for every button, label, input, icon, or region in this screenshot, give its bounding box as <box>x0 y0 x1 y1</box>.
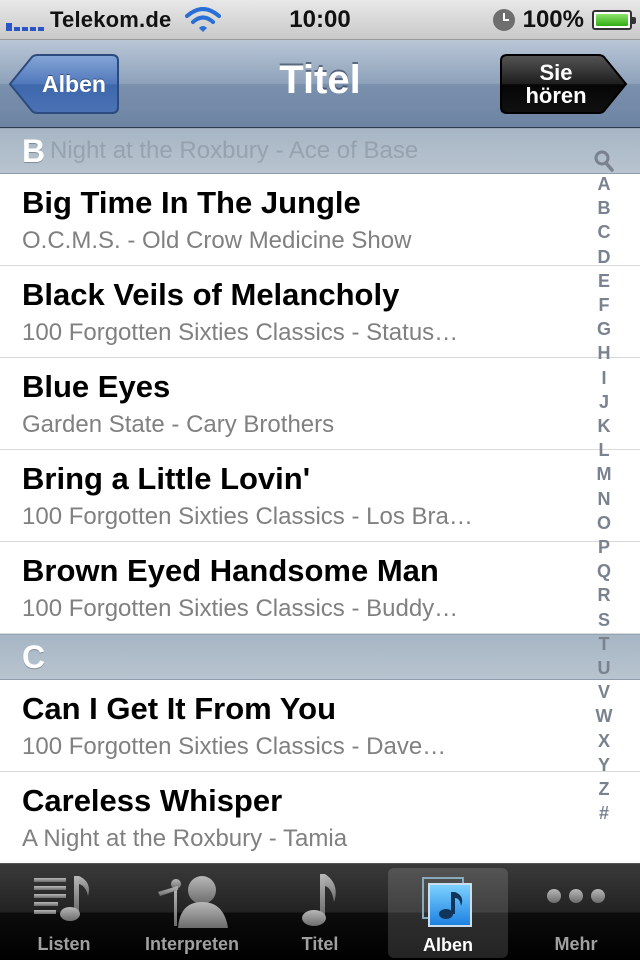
list-item[interactable]: Can I Get It From You 100 Forgotten Sixt… <box>0 680 640 772</box>
tab-titel[interactable]: Titel <box>256 864 384 960</box>
index-letter[interactable]: M <box>597 462 612 486</box>
index-letter[interactable]: N <box>598 487 611 511</box>
index-search-icon[interactable] <box>594 150 614 172</box>
list-item[interactable]: Black Veils of Melancholy 100 Forgotten … <box>0 266 640 358</box>
song-list[interactable]: B Night at the Roxbury - Ace of Base Big… <box>0 128 640 863</box>
status-bar: Telekom.de 10:00 100% <box>0 0 640 40</box>
list-item[interactable]: Big Time In The Jungle O.C.M.S. - Old Cr… <box>0 174 640 266</box>
tab-mehr[interactable]: Mehr <box>512 864 640 960</box>
index-letter[interactable]: Q <box>597 559 611 583</box>
index-letter[interactable]: # <box>599 801 609 825</box>
status-right: 100% <box>492 6 636 34</box>
battery-icon <box>592 10 636 30</box>
index-letter[interactable]: W <box>596 704 613 728</box>
index-letter[interactable]: J <box>599 390 609 414</box>
now-playing-label-line1: Sie <box>539 60 573 85</box>
tab-label: Alben <box>422 935 473 955</box>
more-dots-icon <box>547 889 605 903</box>
song-subtitle: Garden State - Cary Brothers <box>22 411 335 438</box>
tab-interpreten[interactable]: Interpreten <box>128 864 256 960</box>
index-letter[interactable]: O <box>597 511 611 535</box>
tab-listen[interactable]: Listen <box>0 864 128 960</box>
song-subtitle: 100 Forgotten Sixties Classics - Status… <box>22 319 459 346</box>
now-playing-label: Sie hören <box>525 61 586 107</box>
list-item[interactable]: Brown Eyed Handsome Man 100 Forgotten Si… <box>0 542 640 634</box>
section-letter: B <box>22 133 46 169</box>
index-letter[interactable]: B <box>598 196 611 220</box>
song-note-icon <box>302 874 336 926</box>
battery-fill <box>596 14 628 26</box>
section-index[interactable]: A B C D E F G H I J K L M N O P Q R S T … <box>592 150 616 825</box>
song-subtitle: 100 Forgotten Sixties Classics - Los Bra… <box>22 503 473 530</box>
song-title: Can I Get It From You <box>22 691 337 726</box>
tab-alben[interactable]: Alben <box>388 868 508 958</box>
artist-icon <box>158 876 228 928</box>
index-letter[interactable]: L <box>599 438 610 462</box>
index-letter[interactable]: K <box>598 414 611 438</box>
index-letter[interactable]: F <box>599 293 610 317</box>
tab-bar: Listen Interpreten Titel Alben Mehr <box>0 863 640 960</box>
index-letter[interactable]: U <box>598 656 611 680</box>
song-subtitle: 100 Forgotten Sixties Classics - Buddy… <box>22 595 459 622</box>
index-letter[interactable]: Y <box>598 753 610 777</box>
list-item[interactable]: Blue Eyes Garden State - Cary Brothers <box>0 358 640 450</box>
index-letter[interactable]: R <box>598 583 611 607</box>
list-item[interactable]: Careless Whisper A Night at the Roxbury … <box>0 772 640 863</box>
index-letter[interactable]: T <box>599 632 610 656</box>
index-letter[interactable]: A <box>598 172 611 196</box>
tab-label: Listen <box>37 934 91 954</box>
index-letter[interactable]: X <box>598 729 610 753</box>
album-icon <box>422 877 472 927</box>
section-ghost-text: Night at the Roxbury - Ace of Base <box>50 137 419 164</box>
navigation-bar: Alben Titel Sie hören <box>0 40 640 128</box>
section-header-b: B Night at the Roxbury - Ace of Base <box>0 128 640 174</box>
song-subtitle: 100 Forgotten Sixties Classics - Dave… <box>22 733 447 760</box>
index-letter[interactable]: P <box>598 535 610 559</box>
index-letter[interactable]: H <box>598 341 611 365</box>
song-subtitle: O.C.M.S. - Old Crow Medicine Show <box>22 227 412 254</box>
now-playing-button[interactable]: Sie hören <box>500 54 628 114</box>
song-title: Black Veils of Melancholy <box>22 277 400 312</box>
section-header-c: C <box>0 634 640 680</box>
song-title: Big Time In The Jungle <box>22 185 361 220</box>
section-letter: C <box>22 639 46 675</box>
song-title: Bring a Little Lovin' <box>22 461 311 496</box>
index-letter[interactable]: G <box>597 317 611 341</box>
alarm-clock-icon <box>492 9 515 31</box>
index-letter[interactable]: C <box>598 220 611 244</box>
index-letter[interactable]: I <box>601 366 606 390</box>
battery-percent: 100% <box>522 6 584 33</box>
song-title: Brown Eyed Handsome Man <box>22 553 439 588</box>
tab-label: Interpreten <box>144 934 240 954</box>
tab-label: Titel <box>301 934 339 954</box>
index-letter[interactable]: Z <box>599 777 610 801</box>
index-letter[interactable]: V <box>598 680 610 704</box>
index-letter[interactable]: D <box>598 245 611 269</box>
now-playing-label-line2: hören <box>525 83 587 108</box>
song-title: Careless Whisper <box>22 783 283 818</box>
index-letter[interactable]: E <box>598 269 610 293</box>
index-letter[interactable]: S <box>598 608 610 632</box>
song-title: Blue Eyes <box>22 369 171 404</box>
song-subtitle: A Night at the Roxbury - Tamia <box>22 825 348 852</box>
list-item[interactable]: Bring a Little Lovin' 100 Forgotten Sixt… <box>0 450 640 542</box>
tab-label: Mehr <box>554 934 598 954</box>
playlist-icon <box>34 876 89 921</box>
